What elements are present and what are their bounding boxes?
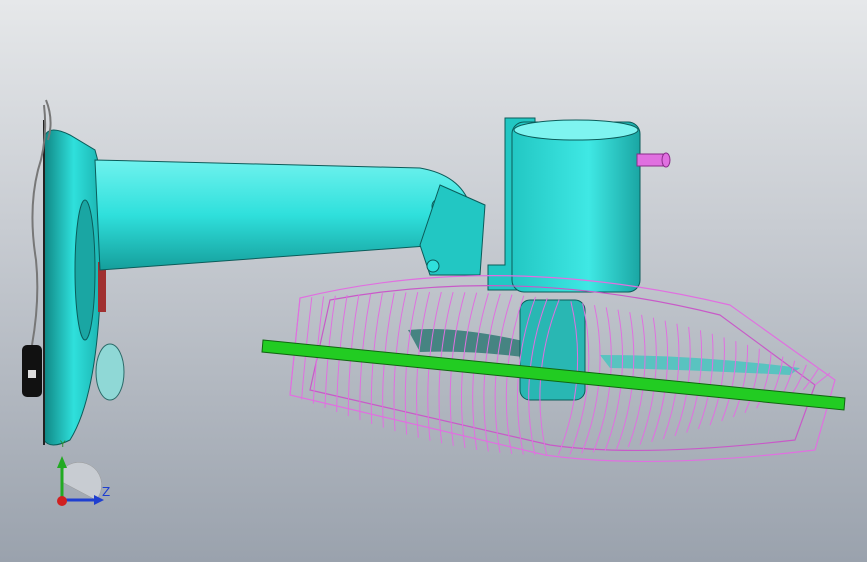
guard-wire [814,372,831,386]
y-axis-label: Y [60,440,66,450]
z-axis-label: Z [102,485,111,499]
guard-wire [721,341,737,422]
coordinate-triad [57,456,104,506]
motor-housing [487,117,671,293]
guard-wire [802,368,819,391]
x-axis-dot [57,496,67,506]
fan-model-3d[interactable] [0,0,867,562]
guard-wire [697,333,714,430]
shaft-knob [636,153,664,167]
fan-arm [94,159,486,276]
guard-wire [709,337,725,426]
cad-viewport[interactable]: Y Z [0,0,867,562]
